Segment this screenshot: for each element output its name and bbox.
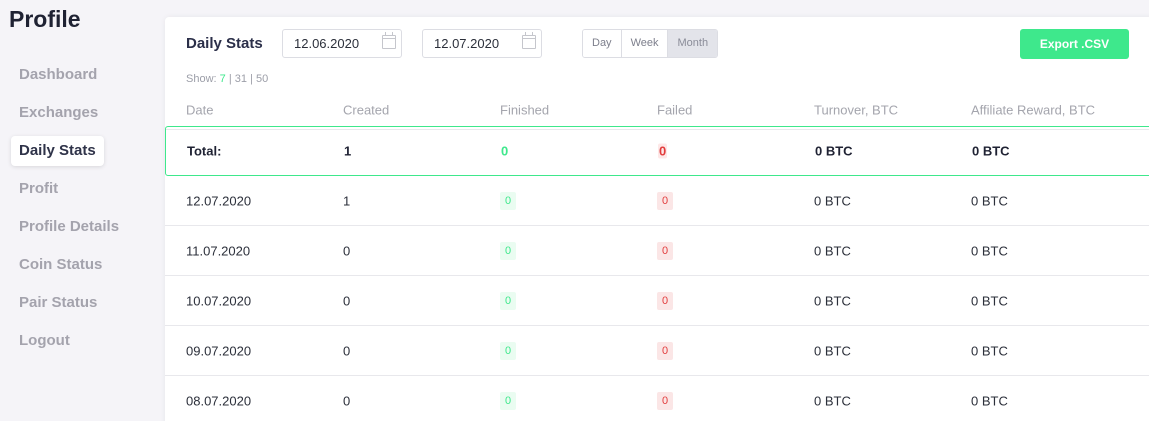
daily-stats-panel: Daily Stats 12.06.2020 12.07.2020 Day We… xyxy=(165,17,1149,421)
column-header-date[interactable]: Date xyxy=(186,102,213,117)
column-header-affiliate-reward[interactable]: Affiliate Reward, BTC xyxy=(971,102,1095,117)
total-failed: 0 xyxy=(658,143,668,159)
row-reward: 0 BTC xyxy=(971,393,1008,408)
row-reward: 0 BTC xyxy=(971,293,1008,308)
total-finished: 0 xyxy=(501,143,509,159)
column-header-turnover[interactable]: Turnover, BTC xyxy=(814,102,898,117)
row-reward: 0 BTC xyxy=(971,343,1008,358)
panel-title: Daily Stats xyxy=(186,35,263,52)
calendar-icon[interactable] xyxy=(382,32,396,49)
row-failed-badge: 0 xyxy=(657,391,674,410)
sidebar-item-profile-details[interactable]: Profile Details xyxy=(11,212,127,242)
column-header-created[interactable]: Created xyxy=(343,102,389,117)
row-finished-badge: 0 xyxy=(500,391,517,410)
row-date: 12.07.2020 xyxy=(186,193,252,208)
total-reward: 0 BTC xyxy=(972,143,1010,159)
row-reward: 0 BTC xyxy=(971,243,1008,258)
row-turnover: 0 BTC xyxy=(814,393,851,408)
column-header-finished[interactable]: Finished xyxy=(500,102,549,117)
table-row: 08.07.2020 0 0 0 0 BTC 0 BTC xyxy=(165,376,1149,421)
row-finished-badge: 0 xyxy=(500,191,517,210)
total-label: Total: xyxy=(187,143,222,159)
table-row: 10.07.2020 0 0 0 0 BTC 0 BTC xyxy=(165,276,1149,326)
date-to-value: 12.07.2020 xyxy=(434,36,500,51)
sidebar-item-coin-status[interactable]: Coin Status xyxy=(11,250,110,280)
sidebar-item-logout[interactable]: Logout xyxy=(11,326,78,356)
row-date: 10.07.2020 xyxy=(186,293,252,308)
row-date: 09.07.2020 xyxy=(186,343,252,358)
sidebar-item-dashboard[interactable]: Dashboard xyxy=(11,60,105,90)
total-row: Total: 1 0 0 0 BTC 0 BTC xyxy=(165,126,1149,176)
export-csv-button[interactable]: Export .CSV xyxy=(1020,29,1129,59)
column-header-failed[interactable]: Failed xyxy=(657,102,692,117)
table-row: 11.07.2020 0 0 0 0 BTC 0 BTC xyxy=(165,226,1149,276)
row-failed-badge: 0 xyxy=(657,341,674,360)
calendar-icon[interactable] xyxy=(522,32,536,49)
row-date: 11.07.2020 xyxy=(186,243,251,258)
row-created: 0 xyxy=(343,293,351,308)
date-from-value: 12.06.2020 xyxy=(294,36,360,51)
row-finished-badge: 0 xyxy=(500,341,517,360)
row-turnover: 0 BTC xyxy=(814,293,851,308)
row-turnover: 0 BTC xyxy=(814,243,851,258)
row-failed-badge: 0 xyxy=(657,241,674,260)
total-turnover: 0 BTC xyxy=(815,143,853,159)
row-failed-badge: 0 xyxy=(657,191,674,210)
page-size-option-50[interactable]: 50 xyxy=(256,73,268,85)
row-turnover: 0 BTC xyxy=(814,343,851,358)
table-row: 09.07.2020 0 0 0 0 BTC 0 BTC xyxy=(165,326,1149,376)
row-created: 0 xyxy=(343,393,351,408)
period-week-button[interactable]: Week xyxy=(621,30,669,57)
show-label: Show: xyxy=(186,73,217,85)
table-header: Date Created Finished Failed Turnover, B… xyxy=(165,90,1149,130)
row-date: 08.07.2020 xyxy=(186,393,252,408)
date-to-field[interactable]: 12.07.2020 xyxy=(422,29,542,58)
row-created: 1 xyxy=(343,193,351,208)
row-finished-badge: 0 xyxy=(500,241,517,260)
table-row: 12.07.2020 1 0 0 0 BTC 0 BTC xyxy=(165,176,1149,226)
period-month-button[interactable]: Month xyxy=(668,30,718,57)
sidebar-item-pair-status[interactable]: Pair Status xyxy=(11,288,105,318)
date-from-field[interactable]: 12.06.2020 xyxy=(282,29,402,58)
row-created: 0 xyxy=(343,243,351,258)
page-size-option-7[interactable]: 7 xyxy=(220,73,226,85)
row-finished-badge: 0 xyxy=(500,291,517,310)
row-created: 0 xyxy=(343,343,351,358)
row-failed-badge: 0 xyxy=(657,291,674,310)
page-title: Profile xyxy=(9,6,81,32)
period-day-button[interactable]: Day xyxy=(583,30,622,57)
sidebar-item-profit[interactable]: Profit xyxy=(11,174,66,204)
sidebar-item-daily-stats[interactable]: Daily Stats xyxy=(11,136,104,166)
page-size-option-31[interactable]: 31 xyxy=(235,73,247,85)
total-created: 1 xyxy=(344,143,352,159)
row-turnover: 0 BTC xyxy=(814,193,851,208)
period-toggle: Day Week Month xyxy=(582,29,719,58)
stats-table: Date Created Finished Failed Turnover, B… xyxy=(165,90,1149,421)
row-reward: 0 BTC xyxy=(971,193,1008,208)
sidebar-item-exchanges[interactable]: Exchanges xyxy=(11,98,106,128)
page-size-selector: Show: 7 | 31 | 50 xyxy=(186,73,269,85)
